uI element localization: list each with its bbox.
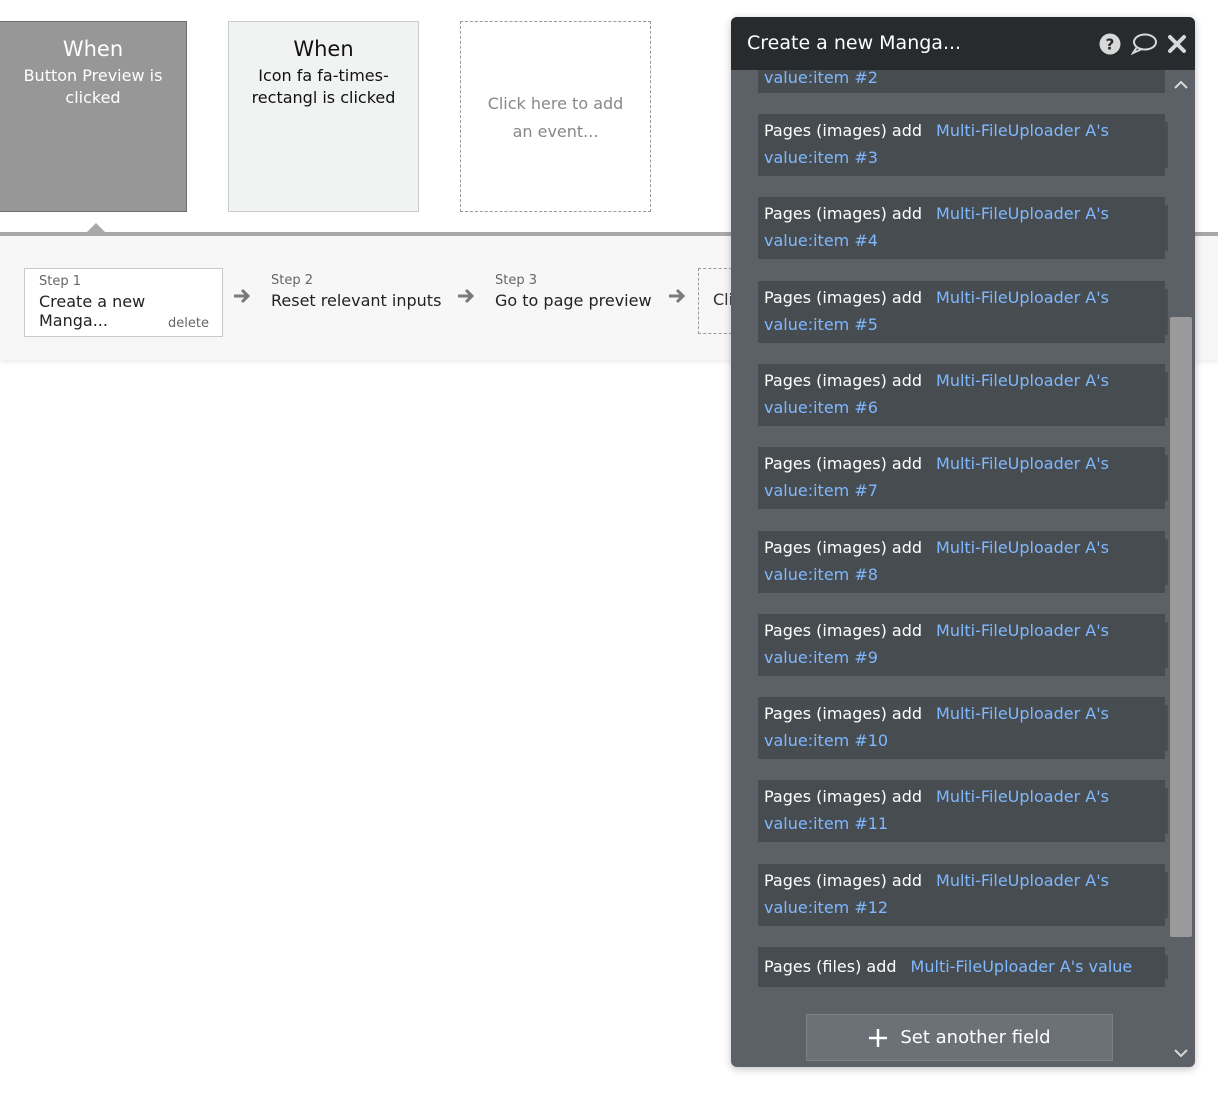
field-value[interactable]: value:item #2 <box>764 70 878 87</box>
step-number: Step 1 <box>39 274 82 289</box>
field-row[interactable]: Pages (images) add Multi-FileUploader A's… <box>758 197 1168 260</box>
svg-text:?: ? <box>1106 36 1115 54</box>
event-description: Icon fa fa-times-rectangl is clicked <box>251 66 396 107</box>
field-name: Pages (images) add <box>764 121 923 140</box>
scroll-down-icon[interactable] <box>1171 1043 1191 1063</box>
field-name: Pages (images) add <box>764 370 923 390</box>
add-event-label: Click here to add an event... <box>487 94 624 141</box>
field-row-files[interactable]: Pages (files) add Multi-FileUploader A's … <box>758 947 1168 987</box>
step-number: Step 2 <box>271 273 314 288</box>
close-icon[interactable] <box>1167 34 1187 54</box>
event-when-label: When <box>62 37 124 61</box>
step-3-card[interactable]: Step 3 Go to page preview <box>495 268 652 310</box>
event-when-label: When <box>293 37 354 61</box>
field-row[interactable]: Pages (images) add Multi-FileUploader A's… <box>758 530 1168 593</box>
event-description: Button Preview is clicked <box>23 66 163 107</box>
field-name: Pages (images) add <box>764 870 923 890</box>
comment-icon[interactable] <box>1131 33 1157 55</box>
field-row[interactable]: Pages (images) add Multi-FileUploader A's… <box>758 447 1168 510</box>
arrow-right-icon <box>669 288 686 304</box>
set-another-field-button[interactable]: Set another field <box>806 1014 1113 1061</box>
field-value[interactable]: Multi-FileUploader A's value <box>911 957 1133 976</box>
field-row[interactable]: Pages (images) add Multi-FileUploader A's… <box>758 363 1168 426</box>
field-row[interactable]: Pages (images) add Multi-FileUploader A's… <box>758 780 1168 843</box>
field-row[interactable]: Pages (images) add Multi-FileUploader A's… <box>758 697 1168 760</box>
field-name: Pages (images) add <box>764 204 923 224</box>
field-name: Pages (images) add <box>764 537 923 557</box>
step-name: Go to page preview <box>495 291 652 310</box>
step-delete-link[interactable]: delete <box>168 316 209 331</box>
action-property-panel: Create a new Manga... ? value:item #2 Pa… <box>731 17 1195 1067</box>
step-2-card[interactable]: Step 2 Reset relevant inputs <box>271 268 441 310</box>
field-name: Pages (images) add <box>764 287 923 307</box>
arrow-right-icon <box>458 288 475 304</box>
field-row[interactable]: Pages (images) add Multi-FileUploader A's… <box>758 114 1168 176</box>
field-row[interactable]: Pages (images) add Multi-FileUploader A's… <box>758 613 1168 676</box>
step-number: Step 3 <box>495 273 538 288</box>
field-name: Pages (images) add <box>764 620 923 640</box>
event-card-button-preview[interactable]: When Button Preview is clicked <box>0 21 187 212</box>
help-icon[interactable]: ? <box>1099 33 1121 55</box>
field-row[interactable]: Pages (images) add Multi-FileUploader A's… <box>758 863 1168 926</box>
panel-header-icons: ? <box>1099 33 1187 55</box>
step-name: Reset relevant inputs <box>271 291 442 310</box>
field-name: Pages (images) add <box>764 704 923 724</box>
scrollbar-thumb[interactable] <box>1170 317 1192 937</box>
field-name: Pages (images) add <box>764 454 923 474</box>
field-name: Pages (files) add <box>764 957 897 976</box>
workflow-editor: When Button Preview is clicked When Icon… <box>0 0 1218 1110</box>
arrow-right-icon <box>234 288 251 304</box>
set-another-field-label: Set another field <box>900 1027 1051 1048</box>
field-name: Pages (images) add <box>764 787 923 807</box>
add-event-button[interactable]: Click here to add an event... <box>460 21 651 212</box>
field-row[interactable]: Pages (images) add Multi-FileUploader A's… <box>758 280 1168 343</box>
panel-title: Create a new Manga... <box>747 32 962 54</box>
plus-icon <box>869 1028 888 1047</box>
panel-fields-list: value:item #2 Pages (images) add Multi-Fi… <box>731 70 1168 1067</box>
field-row-partial[interactable]: value:item #2 <box>758 70 1165 93</box>
event-card-icon-times[interactable]: When Icon fa fa-times-rectangl is clicke… <box>228 21 419 212</box>
scroll-up-icon[interactable] <box>1171 75 1191 95</box>
panel-header: Create a new Manga... ? <box>731 17 1195 70</box>
step-1-card[interactable]: Step 1 Create a new Manga... delete <box>24 268 223 337</box>
